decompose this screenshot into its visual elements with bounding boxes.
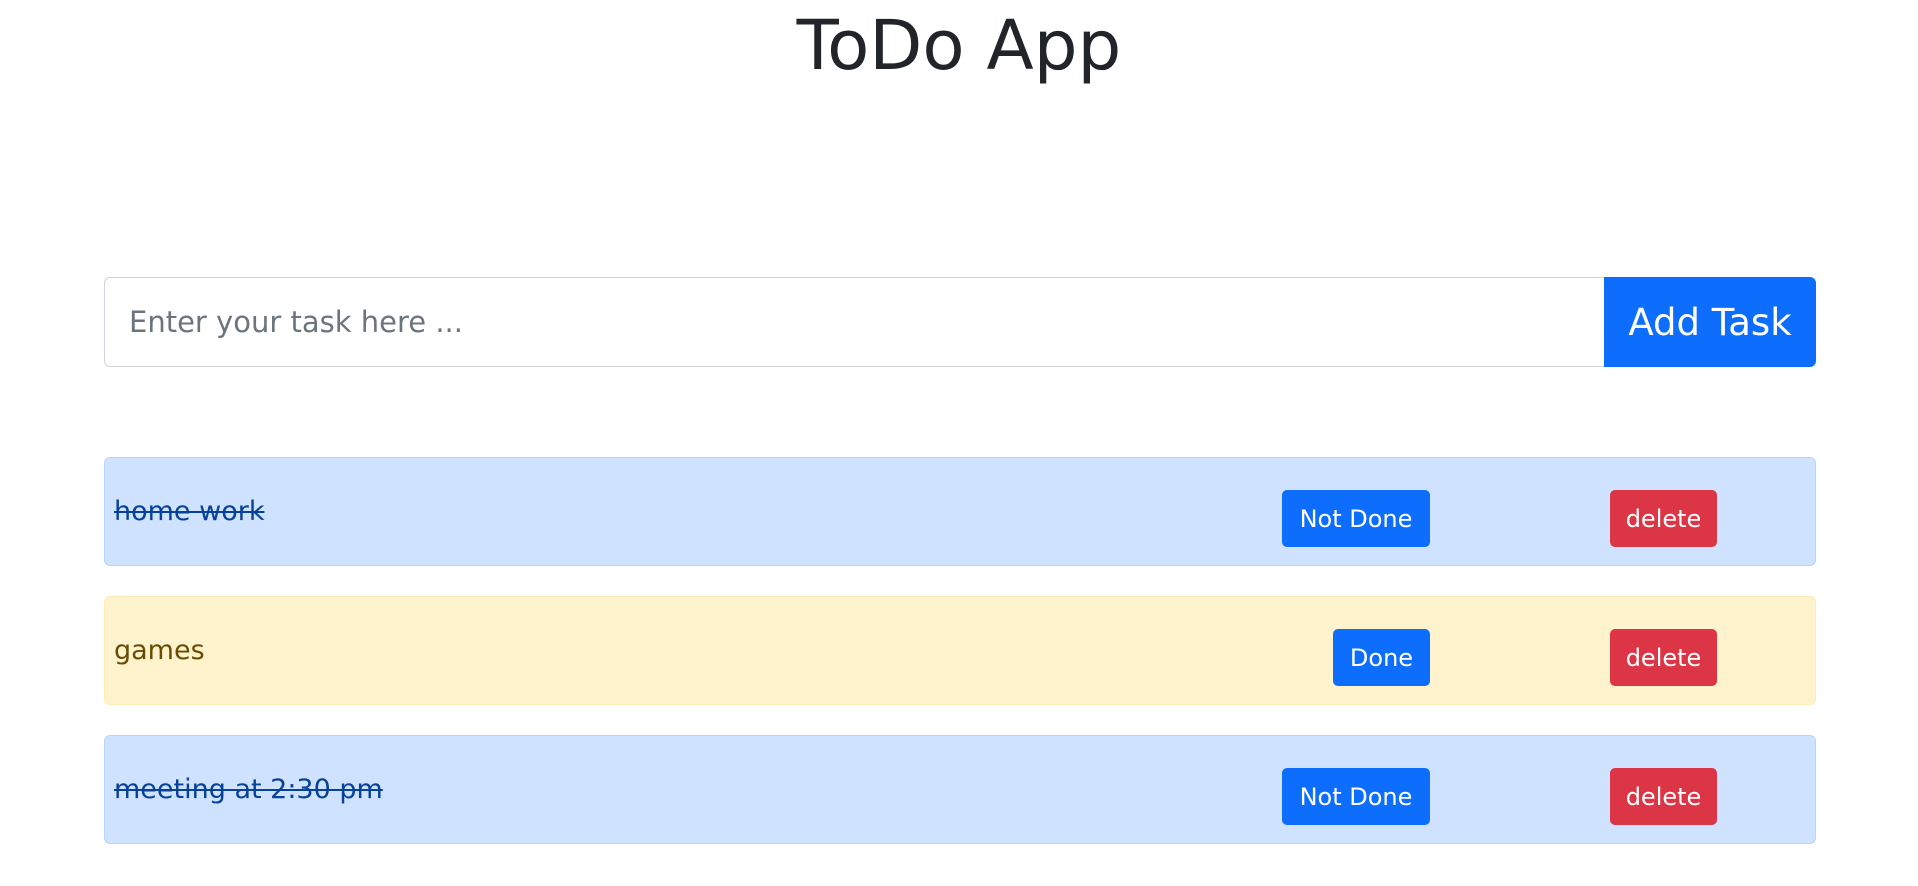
- task-item: home work Not Done delete: [104, 457, 1816, 566]
- mark-not-done-button[interactable]: Not Done: [1282, 768, 1430, 825]
- add-task-button[interactable]: Add Task: [1604, 277, 1816, 367]
- delete-button[interactable]: delete: [1610, 768, 1717, 825]
- delete-button[interactable]: delete: [1610, 490, 1717, 547]
- task-item: meeting at 2:30 pm Not Done delete: [104, 735, 1816, 844]
- delete-button[interactable]: delete: [1610, 629, 1717, 686]
- task-text: home work: [114, 496, 265, 527]
- task-text: games: [114, 635, 205, 666]
- task-text: meeting at 2:30 pm: [114, 774, 383, 805]
- mark-done-button[interactable]: Done: [1333, 629, 1430, 686]
- task-list: home work Not Done delete games Done del…: [104, 457, 1816, 874]
- task-input[interactable]: [104, 277, 1604, 367]
- add-task-form: Add Task: [104, 277, 1816, 367]
- mark-not-done-button[interactable]: Not Done: [1282, 490, 1430, 547]
- task-item: games Done delete: [104, 596, 1816, 705]
- page-title: ToDo App: [796, 6, 1122, 86]
